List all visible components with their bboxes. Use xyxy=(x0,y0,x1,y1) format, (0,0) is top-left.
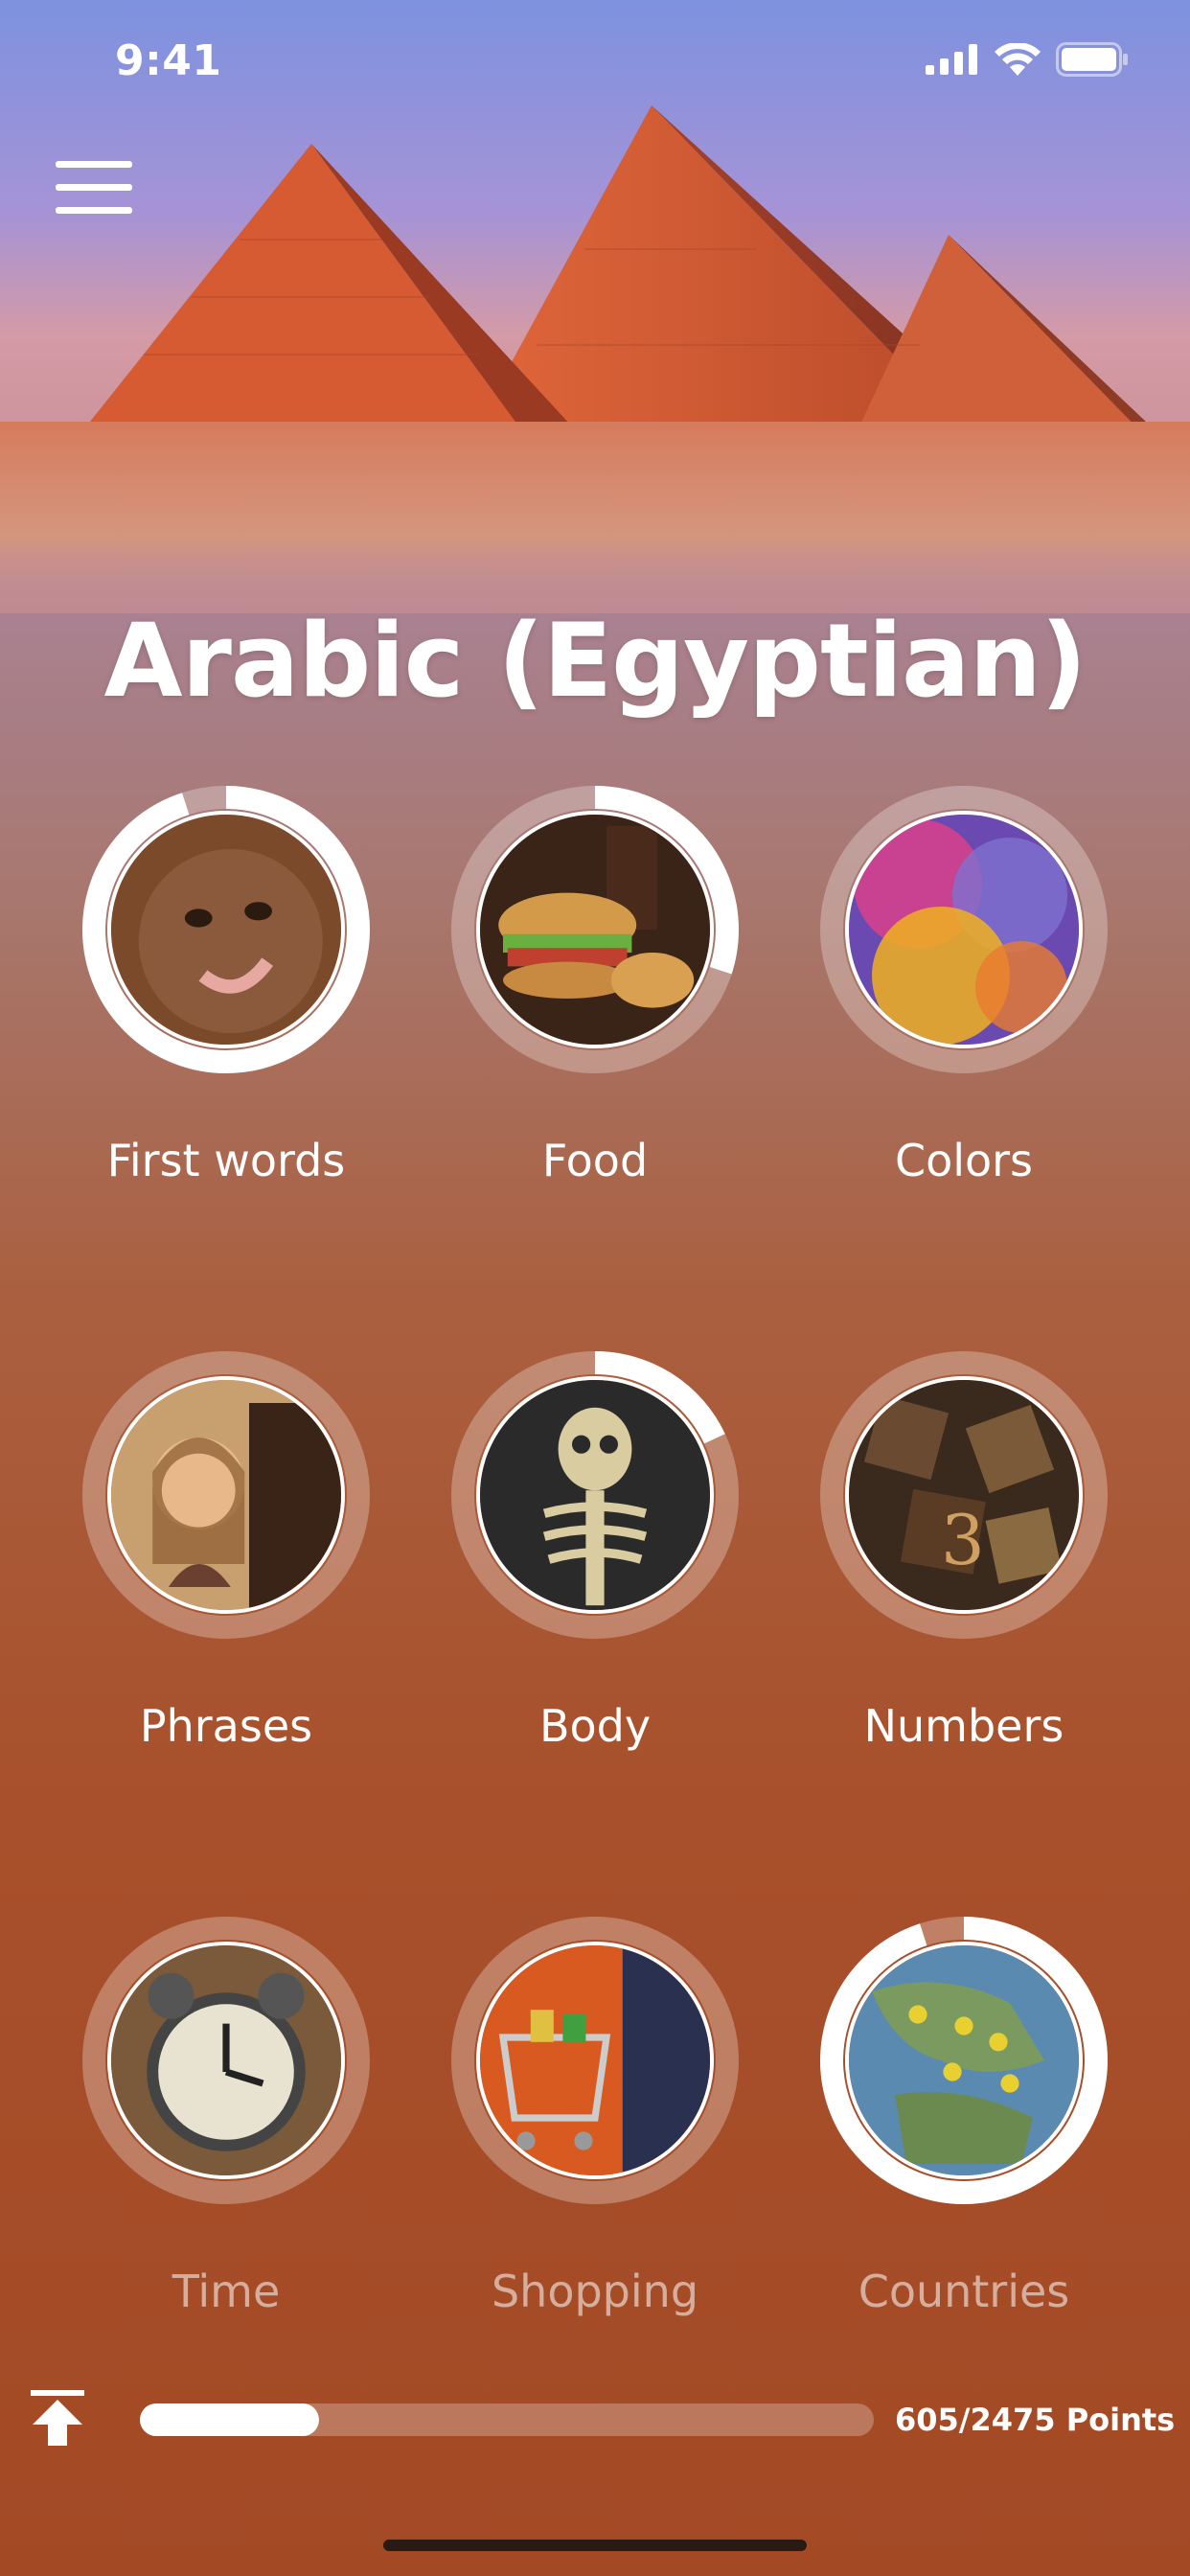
category-label: Phrases xyxy=(139,1700,313,1752)
menu-icon xyxy=(56,161,132,168)
numbers-photo: 3 xyxy=(845,1376,1083,1614)
progress-ring xyxy=(451,1351,739,1639)
category-label: Shopping xyxy=(491,2266,699,2317)
category-label: Colors xyxy=(894,1135,1034,1186)
progress-ring xyxy=(82,786,370,1073)
progress-ring xyxy=(82,1351,370,1639)
category-food[interactable]: Food xyxy=(451,786,739,1186)
progress-ring xyxy=(820,786,1108,1073)
category-colors[interactable]: Colors xyxy=(820,786,1108,1186)
points-progress-bar xyxy=(140,2404,874,2436)
svg-text:3: 3 xyxy=(941,1500,985,1580)
phrases-photo xyxy=(107,1376,345,1614)
menu-button[interactable] xyxy=(56,161,132,218)
category-countries[interactable]: Countries xyxy=(820,1917,1108,2317)
category-body[interactable]: Body xyxy=(451,1351,739,1752)
category-label: Numbers xyxy=(863,1700,1064,1752)
page-title: Arabic (Egyptian) xyxy=(103,602,1087,720)
wifi-icon xyxy=(995,43,1041,76)
food-photo xyxy=(476,811,714,1048)
upload-icon[interactable] xyxy=(27,2386,88,2448)
skeleton-photo xyxy=(476,1376,714,1614)
cellular-signal-icon xyxy=(926,44,977,75)
category-label: First words xyxy=(106,1135,346,1186)
category-first-words[interactable]: First words xyxy=(82,786,370,1186)
category-label: Time xyxy=(172,2266,281,2317)
progress-ring xyxy=(451,786,739,1073)
category-label: Body xyxy=(538,1700,652,1752)
points-progress-fill xyxy=(140,2404,320,2436)
category-time[interactable]: Time xyxy=(82,1917,370,2317)
points-text: 605/2475 Points xyxy=(895,2402,1176,2438)
category-phrases[interactable]: Phrases xyxy=(82,1351,370,1752)
category-numbers[interactable]: 3 Numbers xyxy=(820,1351,1108,1752)
progress-ring xyxy=(451,1917,739,2204)
baby-photo xyxy=(107,811,345,1048)
home-indicator[interactable] xyxy=(383,2540,807,2551)
category-shopping[interactable]: Shopping xyxy=(451,1917,739,2317)
shopping-photo xyxy=(476,1942,714,2179)
battery-icon xyxy=(1056,42,1128,77)
category-label: Food xyxy=(541,1135,649,1186)
status-icons xyxy=(926,42,1129,77)
progress-ring: 3 xyxy=(820,1351,1108,1639)
points-bar: 605/2475 Points xyxy=(0,2377,1190,2463)
map-photo xyxy=(845,1942,1083,2179)
status-bar: 9:41 xyxy=(0,0,1190,125)
category-label: Countries xyxy=(858,2266,1070,2317)
status-time: 9:41 xyxy=(115,36,222,85)
progress-ring xyxy=(82,1917,370,2204)
progress-ring xyxy=(820,1917,1108,2204)
colors-photo xyxy=(845,811,1083,1048)
clock-photo xyxy=(107,1942,345,2179)
